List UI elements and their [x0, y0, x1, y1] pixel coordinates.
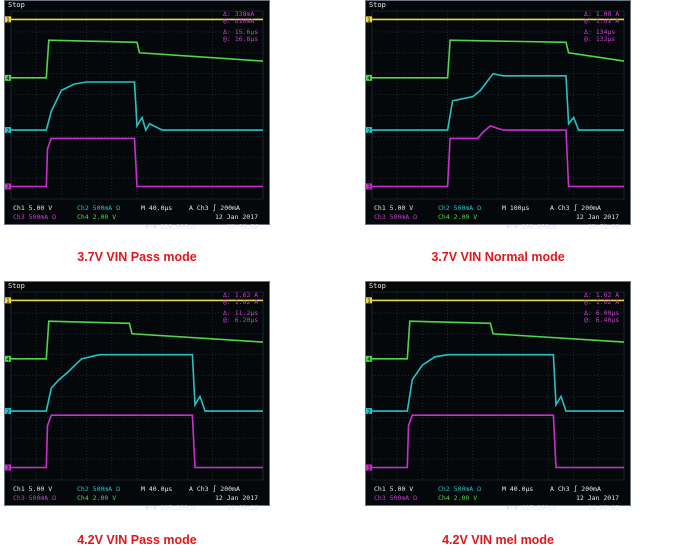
channel-marker-label: 1	[6, 18, 10, 24]
date-label: 12 Jan 2017	[215, 213, 259, 221]
trigger-setting: A Ch3 ∫ 200mA	[189, 204, 240, 212]
trace-ch3	[372, 414, 624, 469]
readout-line: @: 1.62 A	[223, 298, 259, 306]
date-label: 12 Jan 2017	[576, 494, 620, 502]
channel-marker-label: 2	[6, 128, 10, 134]
readout-line: @: 1.61 A	[584, 17, 620, 25]
ch3-setting: Ch3 500mA Ω	[374, 494, 418, 502]
chart-caption: 4.2V VIN Pass mode	[77, 533, 197, 547]
channel-marker-label: 4	[6, 76, 10, 82]
ch2-setting: Ch2 500mA Ω	[77, 485, 121, 493]
channel-marker-label: 3	[6, 185, 10, 191]
ch2-setting: Ch2 500mA Ω	[438, 204, 482, 212]
date-label: 12 Jan 2017	[215, 494, 259, 502]
ch1-setting: Ch1 5.00 V	[374, 204, 414, 212]
ch3-setting: Ch3 500mA Ω	[13, 494, 57, 502]
scope-panel: 1 4 2 3 Stop Δ: 338mA @: 610mA Δ: 15.6μs @:…	[4, 0, 270, 264]
time-label: 12:39:56	[227, 223, 259, 231]
scope-screen: 1 4 2 3 Stop Δ: 338mA @: 610mA Δ: 15.6μs @:…	[4, 0, 270, 231]
channel-marker-label: 4	[6, 357, 10, 363]
ch1-setting: Ch1 5.00 V	[13, 485, 53, 493]
channel-marker-label: 2	[6, 409, 10, 415]
timebase: M 40.0μs	[141, 485, 173, 493]
scope-panel: 1 4 2 3 Stop Δ: 1.62 A @: 1.62 A Δ: 6.00μs …	[365, 281, 631, 547]
timebase: M 40.0μs	[141, 204, 173, 212]
horizontal-position: ▼+▼ 117.200μs	[506, 504, 557, 512]
chart-caption: 3.7V VIN Normal mode	[431, 250, 565, 264]
chart-caption: 3.7V VIN Pass mode	[77, 250, 197, 264]
chart-caption: 4.2V VIN mel mode	[442, 533, 554, 547]
readouts: Δ: 1.62 A @: 1.62 A Δ: 6.00μs @: 6.40μs	[584, 292, 619, 324]
timebase: M 40.0μs	[502, 485, 534, 493]
scope-screen: 1 4 2 3 Stop Δ: 1.62 A @: 1.62 A Δ: 6.00μs …	[365, 281, 631, 512]
channel-marker-label: 3	[6, 466, 10, 472]
status-label: Stop	[369, 1, 386, 9]
ch2-setting: Ch2 500mA Ω	[438, 485, 482, 493]
date-label: 12 Jan 2017	[576, 213, 620, 221]
readouts: Δ: 338mA @: 610mA Δ: 15.6μs @: 16.8μs	[223, 11, 258, 43]
status-label: Stop	[369, 282, 386, 290]
scope-screen: 1 4 2 3 Stop Δ: 1.62 A @: 1.62 A Δ: 11.2μs …	[4, 281, 270, 512]
channel-marker-label: 2	[367, 409, 371, 415]
ch1-setting: Ch1 5.00 V	[13, 204, 53, 212]
ch4-setting: Ch4 2.00 V	[438, 213, 478, 221]
channel-marker-label: 3	[367, 185, 371, 191]
readout-line: @: 1.62 A	[584, 298, 620, 306]
trigger-setting: A Ch3 ∫ 200mA	[189, 485, 240, 493]
ch1-setting: Ch1 5.00 V	[374, 485, 414, 493]
channel-marker-label: 4	[367, 357, 371, 363]
scope-panel: 1 4 2 3 Stop Δ: 1.00 A @: 1.61 A Δ: 134μs @…	[365, 0, 631, 264]
ch2-setting: Ch2 500mA Ω	[77, 204, 121, 212]
readouts: Δ: 1.62 A @: 1.62 A Δ: 11.2μs @: 6.20μs	[223, 292, 258, 324]
ch4-setting: Ch4 2.00 V	[77, 494, 117, 502]
channel-marker-label: 3	[367, 466, 371, 472]
ch4-setting: Ch4 2.00 V	[77, 213, 117, 221]
channel-marker-label: 2	[367, 128, 371, 134]
readout-line: @: 6.20μs	[223, 316, 259, 324]
horizontal-position: ▼+▼ 117.200μs	[145, 504, 196, 512]
channel-marker-label: 1	[6, 299, 10, 305]
channel-marker-label: 4	[367, 76, 371, 82]
horizontal-position: ▼+▼ 198.000μs	[506, 223, 557, 231]
channel-marker-label: 1	[367, 299, 371, 305]
timebase: M 100μs	[502, 204, 530, 212]
ch4-setting: Ch4 2.00 V	[438, 494, 478, 502]
readout-line: @: 132μs	[584, 35, 616, 43]
readout-line: @: 610mA	[223, 17, 255, 25]
scope-panel: 1 4 2 3 Stop Δ: 1.62 A @: 1.62 A Δ: 11.2μs …	[4, 281, 270, 547]
trace-ch3	[11, 137, 263, 188]
trace-ch3	[11, 414, 263, 469]
readouts: Δ: 1.00 A @: 1.61 A Δ: 134μs @: 132μs	[584, 11, 619, 43]
status-label: Stop	[8, 1, 25, 9]
status-label: Stop	[8, 282, 25, 290]
time-label: 13:58:00	[588, 223, 620, 231]
channel-marker-label: 1	[367, 18, 371, 24]
horizontal-position: ▼+▼ 118.000μs	[145, 223, 196, 231]
time-label: 14:09:29	[227, 504, 259, 512]
ch3-setting: Ch3 500mA Ω	[13, 213, 57, 221]
readout-line: @: 16.8μs	[223, 35, 259, 43]
time-label: 14:08:02	[588, 504, 620, 512]
trigger-setting: A Ch3 ∫ 200mA	[550, 204, 601, 212]
readout-line: @: 6.40μs	[584, 316, 620, 324]
trigger-setting: A Ch3 ∫ 200mA	[550, 485, 601, 493]
scope-screen: 1 4 2 3 Stop Δ: 1.00 A @: 1.61 A Δ: 134μs @…	[365, 0, 631, 231]
ch3-setting: Ch3 500mA Ω	[374, 213, 418, 221]
